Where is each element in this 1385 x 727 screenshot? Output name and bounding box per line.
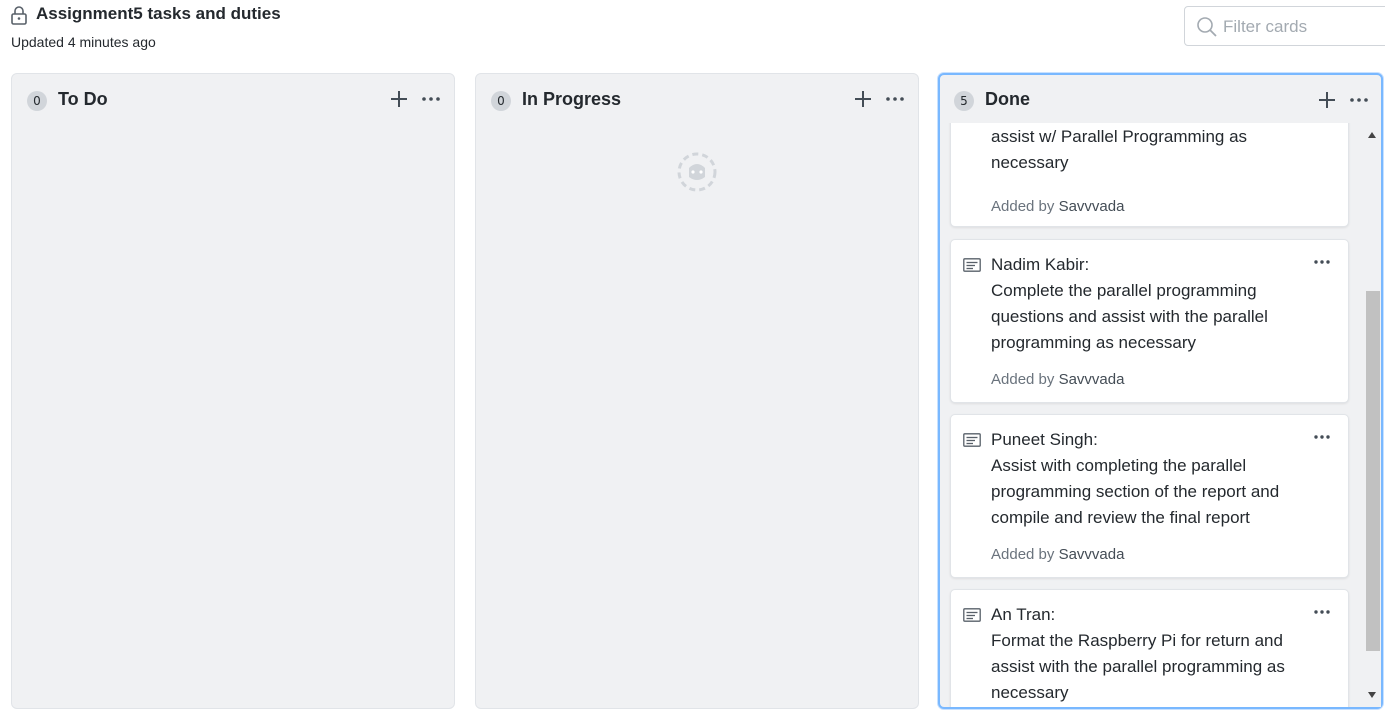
added-by-label: Added by — [991, 546, 1055, 563]
added-by-user[interactable]: Savvvada — [1059, 371, 1125, 388]
card-note-text: An Tran: Format the Raspberry Pi for ret… — [991, 605, 1285, 702]
column-title: To Do — [58, 89, 108, 109]
note-icon — [963, 258, 981, 272]
card-added-by: Added by Savvvada — [991, 198, 1124, 215]
card-added-by: Added by Savvvada — [991, 371, 1124, 388]
project-title: Assignment5 tasks and duties — [36, 4, 281, 23]
scroll-down-arrow-icon[interactable] — [1367, 691, 1377, 699]
card-added-by: Added by Savvvada — [991, 546, 1124, 563]
loading-spinner-icon — [677, 152, 717, 192]
card-item[interactable]: Nadim Kabir: Complete the parallel progr… — [950, 239, 1349, 403]
project-header: Assignment5 tasks and duties Updated 4 m… — [0, 0, 1385, 70]
card-list: assist w/ Parallel Programming as necess… — [940, 123, 1363, 707]
card-item[interactable]: Puneet Singh: Assist with completing the… — [950, 414, 1349, 578]
card-note-text: Nadim Kabir: Complete the parallel progr… — [991, 255, 1268, 352]
card-item[interactable]: An Tran: Format the Raspberry Pi for ret… — [950, 589, 1349, 707]
column-done: 5 Done assist w/ Parallel Programming as… — [938, 73, 1383, 709]
column-header: 0 In Progress — [476, 74, 918, 124]
card-count-badge: 5 — [954, 91, 974, 111]
column-in-progress: 0 In Progress — [475, 73, 919, 709]
column-to-do: 0 To Do — [11, 73, 455, 709]
scroll-up-arrow-icon[interactable] — [1367, 131, 1377, 139]
card-note-body: assist w/ Parallel Programming as necess… — [991, 127, 1248, 172]
filter-cards-input[interactable] — [1223, 15, 1383, 39]
card-note-text: Puneet Singh: Assist with completing the… — [991, 430, 1280, 527]
updated-timestamp: Updated 4 minutes ago — [11, 34, 156, 50]
column-menu-icon[interactable] — [1347, 88, 1371, 112]
card-count-badge: 0 — [491, 91, 511, 111]
card-item[interactable]: assist w/ Parallel Programming as necess… — [950, 123, 1349, 227]
note-icon — [963, 608, 981, 622]
added-by-label: Added by — [991, 371, 1055, 388]
card-count-badge: 0 — [27, 91, 47, 111]
column-menu-icon[interactable] — [883, 87, 907, 111]
column-title: Done — [985, 89, 1030, 109]
lock-icon — [11, 6, 27, 25]
column-header: 5 Done — [940, 75, 1381, 125]
added-by-user[interactable]: Savvvada — [1059, 546, 1125, 563]
column-menu-icon[interactable] — [419, 87, 443, 111]
added-by-user[interactable]: Savvvada — [1059, 198, 1125, 215]
add-card-icon[interactable] — [387, 87, 411, 111]
scrollbar-thumb[interactable] — [1366, 291, 1380, 651]
add-card-icon[interactable] — [851, 87, 875, 111]
add-card-icon[interactable] — [1315, 88, 1339, 112]
column-header: 0 To Do — [12, 74, 454, 124]
filter-cards-field[interactable] — [1184, 6, 1385, 46]
added-by-label: Added by — [991, 198, 1055, 215]
search-icon — [1197, 17, 1217, 37]
card-note-text: assist w/ Parallel Programming as necess… — [991, 123, 1321, 176]
cards-scrollbar[interactable] — [1363, 123, 1381, 707]
note-icon — [963, 433, 981, 447]
column-title: In Progress — [522, 89, 622, 109]
